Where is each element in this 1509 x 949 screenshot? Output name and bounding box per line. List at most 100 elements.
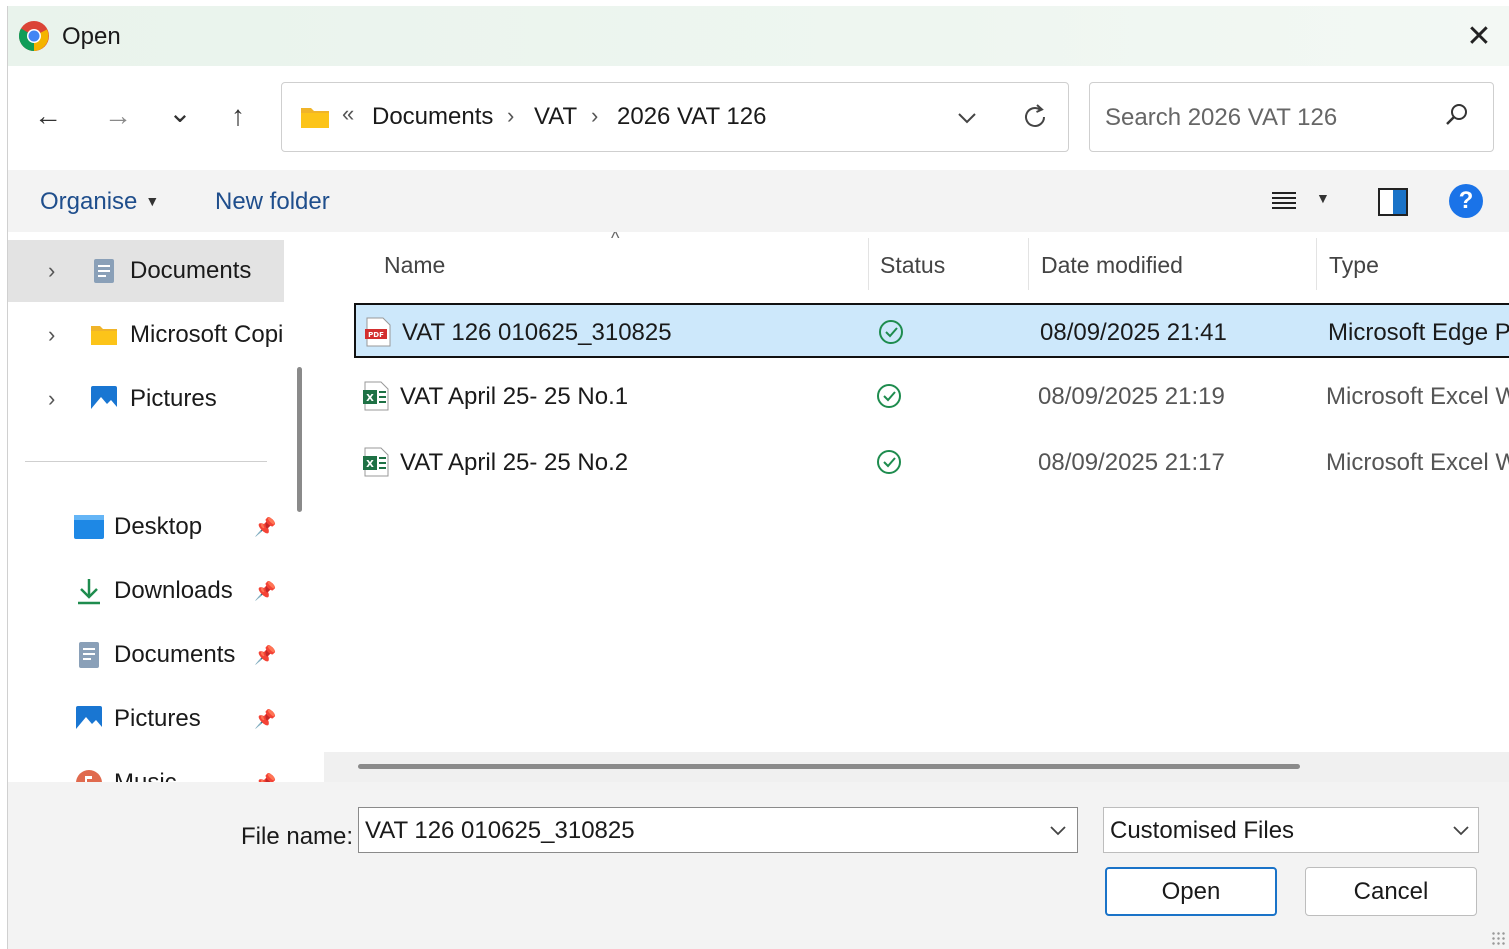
breadcrumb-separator[interactable]: › xyxy=(591,103,598,129)
documents-icon xyxy=(79,642,99,668)
sort-ascending-icon: ^ xyxy=(611,232,620,248)
sidebar-item-pictures-quick[interactable]: Pictures 📌 xyxy=(8,688,284,750)
chevron-right-icon[interactable]: › xyxy=(48,258,55,284)
pin-icon[interactable]: 📌 xyxy=(254,773,276,783)
horizontal-scrollbar[interactable] xyxy=(324,752,1509,782)
sidebar-item-label: Desktop xyxy=(114,513,203,540)
breadcrumb-documents[interactable]: Documents xyxy=(372,103,493,131)
file-row[interactable]: X VAT April 25- 25 No.2 08/09/2025 21:17… xyxy=(354,435,1509,490)
chevron-down-icon[interactable] xyxy=(1451,820,1471,840)
up-arrow-icon: ↑ xyxy=(231,100,245,131)
chevron-down-icon[interactable] xyxy=(956,107,978,129)
pin-icon[interactable]: 📌 xyxy=(254,709,276,730)
sidebar-item-music[interactable]: Music 📌 xyxy=(8,752,284,782)
column-header-date-modified[interactable]: Date modified xyxy=(1041,232,1183,298)
navigation-pane: › Documents › Microsoft Copi › Pictures … xyxy=(8,232,318,782)
new-folder-button[interactable]: New folder xyxy=(215,188,330,216)
column-header-name[interactable]: Name xyxy=(384,232,445,298)
title-bar: Open ✕ xyxy=(8,6,1509,66)
organise-label: Organise xyxy=(40,188,138,215)
documents-icon xyxy=(94,259,114,283)
forward-button[interactable]: → xyxy=(98,96,138,136)
file-type-select[interactable]: Customised Files xyxy=(1103,807,1479,853)
file-date-modified: 08/09/2025 21:19 xyxy=(1038,383,1225,410)
open-button[interactable]: Open xyxy=(1105,867,1277,916)
desktop-icon xyxy=(74,515,104,539)
column-separator[interactable] xyxy=(1316,238,1317,290)
breadcrumb-vat[interactable]: VAT xyxy=(534,103,577,131)
file-type: Microsoft Excel W xyxy=(1326,383,1509,410)
column-separator[interactable] xyxy=(1028,238,1029,290)
address-bar[interactable]: « Documents › VAT › 2026 VAT 126 xyxy=(281,82,1069,152)
help-icon[interactable]: ? xyxy=(1449,184,1483,218)
chevron-right-icon[interactable]: › xyxy=(48,322,55,348)
navigation-bar: ← → ⌄ ↑ « Documents › VAT › 2026 VAT 126 xyxy=(8,66,1509,170)
chevron-right-icon[interactable]: › xyxy=(48,386,55,412)
column-header-type[interactable]: Type xyxy=(1329,232,1379,298)
downloads-icon xyxy=(78,579,100,605)
pin-icon[interactable]: 📌 xyxy=(254,581,276,602)
cancel-button[interactable]: Cancel xyxy=(1305,867,1477,916)
svg-text:X: X xyxy=(366,393,374,404)
sidebar-item-documents-quick[interactable]: Documents 📌 xyxy=(8,624,284,686)
breadcrumb-overflow[interactable]: « xyxy=(342,101,354,127)
scrollbar-thumb[interactable] xyxy=(358,764,1300,769)
sidebar-item-label: Music xyxy=(114,769,177,782)
sidebar-scrollbar[interactable] xyxy=(297,367,302,512)
back-button[interactable]: ← xyxy=(28,96,68,136)
view-options-caret-icon[interactable]: ▼ xyxy=(1316,190,1330,206)
sidebar-item-label: Pictures xyxy=(130,385,217,412)
chevron-down-icon[interactable] xyxy=(1048,820,1068,840)
recent-locations-button[interactable]: ⌄ xyxy=(160,92,200,132)
pictures-icon xyxy=(76,706,102,732)
pdf-icon: PDF xyxy=(365,317,391,347)
sidebar-item-downloads[interactable]: Downloads 📌 xyxy=(8,560,284,622)
synced-check-icon xyxy=(877,384,901,408)
sidebar-item-documents[interactable]: › Documents xyxy=(8,240,284,302)
forward-arrow-icon: → xyxy=(104,100,132,131)
synced-check-icon xyxy=(877,450,901,474)
file-date-modified: 08/09/2025 21:41 xyxy=(1040,319,1227,346)
column-separator[interactable] xyxy=(868,238,869,290)
search-icon xyxy=(1446,104,1467,125)
breadcrumb-2026-vat-126[interactable]: 2026 VAT 126 xyxy=(617,103,766,131)
synced-check-icon xyxy=(879,320,903,344)
file-type: Microsoft Edge P xyxy=(1328,319,1509,346)
pictures-icon xyxy=(91,386,117,412)
up-button[interactable]: ↑ xyxy=(218,96,258,136)
view-list-icon[interactable] xyxy=(1270,186,1300,216)
sidebar-item-desktop[interactable]: Desktop 📌 xyxy=(8,496,284,558)
sidebar-item-label: Documents xyxy=(130,257,252,284)
search-input[interactable]: Search 2026 VAT 126 xyxy=(1089,82,1494,152)
column-header-status[interactable]: Status xyxy=(880,232,945,298)
file-name: VAT April 25- 25 No.1 xyxy=(400,383,629,410)
sidebar-item-label: Pictures xyxy=(114,705,201,732)
breadcrumb-separator[interactable]: › xyxy=(507,103,514,129)
sidebar-item-microsoft-copilot[interactable]: › Microsoft Copi xyxy=(8,304,284,366)
excel-icon: X xyxy=(363,447,389,477)
sidebar-item-label: Microsoft Copi xyxy=(130,321,284,348)
file-list: ^ Name Status Date modified Type PDF VAT… xyxy=(324,232,1509,752)
resize-grip[interactable] xyxy=(1491,931,1505,945)
file-row[interactable]: X VAT April 25- 25 No.1 08/09/2025 21:19… xyxy=(354,369,1509,424)
chrome-icon xyxy=(18,21,49,52)
file-name: VAT 126 010625_310825 xyxy=(402,319,672,346)
folder-icon xyxy=(301,108,329,128)
close-button[interactable]: ✕ xyxy=(1459,16,1499,56)
file-name-input[interactable]: VAT 126 010625_310825 xyxy=(358,807,1078,853)
search-placeholder: Search 2026 VAT 126 xyxy=(1105,104,1338,131)
sidebar-item-pictures[interactable]: › Pictures xyxy=(8,368,284,430)
file-name-label: File name: xyxy=(241,823,354,850)
file-type: Microsoft Excel W xyxy=(1326,449,1509,476)
preview-pane-icon[interactable] xyxy=(1378,188,1408,216)
close-icon: ✕ xyxy=(1466,19,1492,53)
pin-icon[interactable]: 📌 xyxy=(254,645,276,666)
pin-icon[interactable]: 📌 xyxy=(254,517,276,538)
open-file-dialog: Open ✕ ← → ⌄ ↑ « Documents › VAT › 2026 … xyxy=(7,6,1509,949)
chevron-down-icon: ⌄ xyxy=(168,96,192,128)
refresh-icon[interactable] xyxy=(1020,102,1050,132)
file-row[interactable]: PDF VAT 126 010625_310825 08/09/2025 21:… xyxy=(354,303,1509,358)
file-name: VAT April 25- 25 No.2 xyxy=(400,449,629,476)
organise-button[interactable]: Organise ▼ xyxy=(40,188,159,216)
sidebar-divider xyxy=(25,461,267,462)
